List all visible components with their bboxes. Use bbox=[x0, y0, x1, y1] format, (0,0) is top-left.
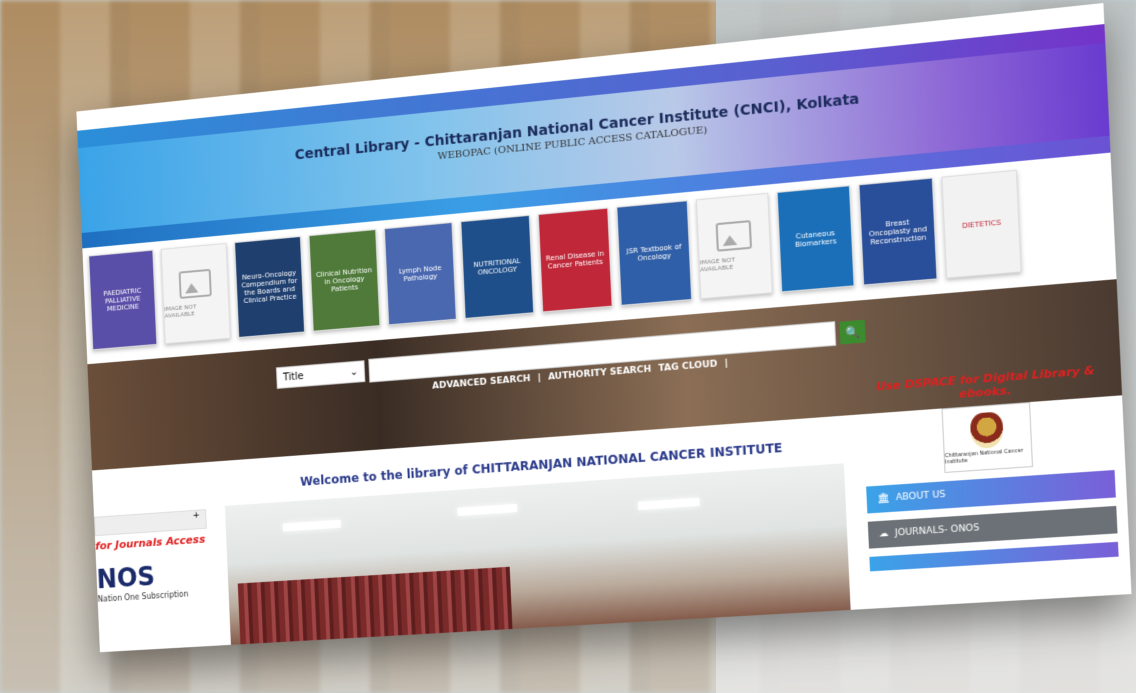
image-placeholder-icon bbox=[715, 220, 753, 252]
book-title: DIETETICS bbox=[961, 218, 1002, 231]
book-cover[interactable]: PAEDIATRIC PALLIATIVE MEDICINE bbox=[88, 249, 158, 351]
book-title: Renal Disease in Cancer Patients bbox=[545, 249, 605, 271]
book-cover[interactable]: Cutaneous Biomarkers bbox=[776, 185, 855, 293]
book-cover[interactable]: JSR Textbook of Oncology bbox=[616, 200, 693, 306]
book-title: IMAGE NOT AVAILABLE bbox=[164, 303, 197, 320]
ceiling-light bbox=[457, 503, 518, 516]
link-separator: | bbox=[537, 373, 542, 384]
book-title: IMAGE NOT AVAILABLE bbox=[699, 256, 736, 274]
left-sidebar: + for Journals Access NOS Nation One Sub… bbox=[94, 509, 210, 604]
journals-onos-label: JOURNALS- ONOS bbox=[894, 523, 980, 539]
tag-cloud-link[interactable]: TAG CLOUD bbox=[658, 359, 717, 374]
journals-access-text: for Journals Access bbox=[95, 532, 206, 553]
advanced-search-link[interactable]: ADVANCED SEARCH bbox=[432, 374, 531, 392]
book-title: Neuro-Oncology Compendium for the Boards… bbox=[241, 268, 298, 306]
book-title: JSR Textbook of Oncology bbox=[626, 242, 682, 263]
image-placeholder-icon bbox=[178, 268, 212, 299]
book-title: PAEDIATRIC PALLIATIVE MEDICINE bbox=[103, 286, 142, 314]
collapsible-box[interactable]: + bbox=[94, 509, 207, 537]
chevron-down-icon: ⌄ bbox=[349, 366, 359, 378]
ceiling-light bbox=[637, 497, 700, 510]
book-cover[interactable]: Clinical Nutrition in Oncology Patients bbox=[308, 229, 381, 332]
institute-logo[interactable]: Chittaranjan National Cancer Institute bbox=[941, 402, 1034, 474]
ceiling-light bbox=[282, 519, 341, 532]
library-webpage: Central Library - Chittaranjan National … bbox=[76, 2, 1132, 653]
cloud-icon: ☁ bbox=[878, 528, 889, 540]
bank-icon: 🏛 bbox=[877, 493, 890, 505]
right-sidebar: Use DSPACE for Digital Library & ebooks.… bbox=[861, 362, 1119, 579]
book-cover[interactable]: IMAGE NOT AVAILABLE bbox=[160, 242, 231, 345]
book-title: Lymph Node Pathology bbox=[398, 263, 442, 284]
book-cover[interactable]: DIETETICS bbox=[941, 169, 1022, 279]
logo-caption: Chittaranjan National Cancer Institute bbox=[944, 447, 1024, 466]
link-separator: | bbox=[724, 358, 729, 369]
book-cover[interactable]: Breast Oncoplasty and Reconstruction bbox=[858, 177, 938, 286]
search-button[interactable]: 🔍 bbox=[839, 319, 866, 345]
book-cover[interactable]: IMAGE NOT AVAILABLE bbox=[695, 192, 773, 300]
crest-icon bbox=[969, 411, 1004, 450]
search-field-select[interactable]: Title ⌄ bbox=[275, 360, 366, 389]
journals-onos-button[interactable]: ☁ JOURNALS- ONOS bbox=[867, 505, 1118, 549]
book-title: Cutaneous Biomarkers bbox=[794, 228, 837, 250]
search-icon: 🔍 bbox=[845, 324, 861, 340]
book-title: Breast Oncoplasty and Reconstruction bbox=[868, 218, 928, 247]
select-value: Title bbox=[282, 370, 304, 384]
book-title: Clinical Nutrition in Oncology Patients bbox=[315, 266, 373, 294]
about-us-button[interactable]: 🏛 ABOUT US bbox=[866, 469, 1116, 514]
book-cover[interactable]: Lymph Node Pathology bbox=[383, 221, 457, 326]
book-cover[interactable]: Neuro-Oncology Compendium for the Boards… bbox=[234, 235, 306, 339]
book-cover[interactable]: NUTRITIONAL ONCOLOGY bbox=[460, 214, 535, 320]
about-us-label: ABOUT US bbox=[895, 489, 946, 504]
book-title: NUTRITIONAL ONCOLOGY bbox=[473, 256, 521, 277]
book-cover[interactable]: Renal Disease in Cancer Patients bbox=[537, 207, 613, 313]
